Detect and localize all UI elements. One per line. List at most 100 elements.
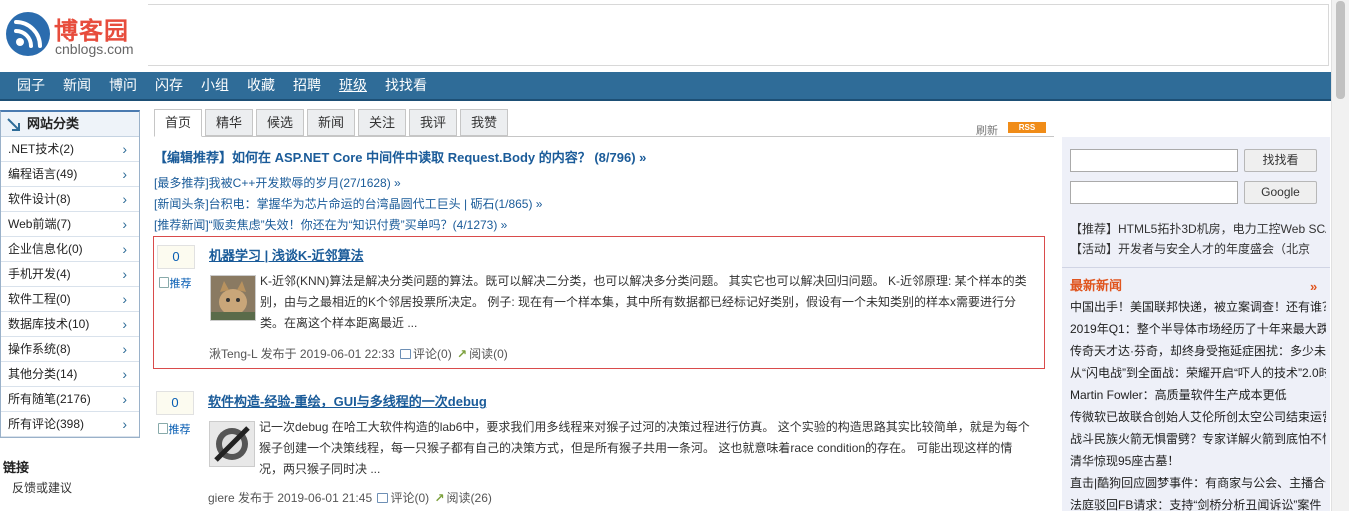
chevron-right-icon: › [122, 291, 127, 307]
tab-following[interactable]: 关注 [358, 109, 406, 136]
post-author[interactable]: giere [208, 491, 235, 505]
refresh-link[interactable]: 刷新 [976, 122, 998, 138]
nav-item-favorites[interactable]: 收藏 [238, 72, 284, 99]
category-item[interactable]: 企业信息化(0) › [1, 237, 139, 262]
chevron-right-icon: › [122, 141, 127, 157]
category-label: 软件工程(0) [8, 292, 71, 306]
category-item[interactable]: Web前端(7) › [1, 212, 139, 237]
post-meta: giere 发布于 2019-06-01 21:45 评论(0) ↗ 阅读(26) [208, 489, 492, 506]
tab-news[interactable]: 新闻 [307, 109, 355, 136]
category-item[interactable]: 软件工程(0) › [1, 287, 139, 312]
thumbs-up-icon [158, 277, 169, 288]
category-item[interactable]: 软件设计(8) › [1, 187, 139, 212]
nav-item-yuanzi[interactable]: 园子 [8, 72, 54, 99]
nav-item-class[interactable]: 班级 [330, 72, 376, 99]
nav-item-jobs[interactable]: 招聘 [284, 72, 330, 99]
category-item[interactable]: 手机开发(4) › [1, 262, 139, 287]
nav-item-ing[interactable]: 闪存 [146, 72, 192, 99]
post-tabs: 首页 精华 候选 新闻 关注 我评 我赞 [154, 109, 1054, 137]
category-item[interactable]: 编程语言(49) › [1, 162, 139, 187]
post-summary: K-近邻(KNN)算法是解决分类问题的算法。既可以解决二分类，也可以解决多分类问… [260, 274, 1027, 330]
news-item[interactable]: 直击|酷狗回应圆梦事件：有商家与公会、主播合作 [1070, 474, 1326, 491]
nav-item-search[interactable]: 找找看 [376, 72, 436, 99]
news-item[interactable]: 清华惊现95座古墓！ [1070, 452, 1326, 469]
news-item[interactable]: 传微软已故联合创始人艾伦所创太空公司结束运营 [1070, 408, 1326, 425]
recommend-button[interactable]: 推荐 [157, 275, 193, 291]
nav-item-group[interactable]: 小组 [192, 72, 238, 99]
tab-picked[interactable]: 精华 [205, 109, 253, 136]
post-author[interactable]: 湫Teng-L [209, 347, 257, 361]
avatar[interactable] [209, 421, 255, 467]
chevron-right-icon: › [122, 266, 127, 282]
tab-candidate[interactable]: 候选 [256, 109, 304, 136]
chevron-right-icon: › [122, 416, 127, 432]
left-sidebar: 网站分类 .NET技术(2) › 编程语言(49) › 软件设计(8) › Web前端… [0, 110, 140, 496]
post-title[interactable]: 软件构造-经验-重绘，GUI与多线程的一次debug [208, 391, 487, 410]
chevron-right-icon: › [122, 241, 127, 257]
google-search-button[interactable]: Google [1244, 181, 1317, 204]
chevron-right-icon: › [122, 191, 127, 207]
news-item[interactable]: 2019年Q1：整个半导体市场经历了十年来最大跌幅 [1070, 320, 1326, 337]
nav-item-news[interactable]: 新闻 [54, 72, 100, 99]
category-item[interactable]: 操作系统(8) › [1, 337, 139, 362]
news-item[interactable]: 中国出手！美国联邦快递，被立案调查！还有谁？ [1070, 298, 1326, 315]
category-item[interactable]: 所有评论(398) › [1, 412, 139, 437]
promo-link[interactable]: 【活动】开发者与安全人才的年度盛会（北京 [1070, 240, 1326, 257]
news-item[interactable]: 从“闪电战”到全面战：荣耀开启“吓人的技术”2.0时代 [1070, 364, 1326, 381]
promo-link[interactable]: 【推荐】HTML5拓扑3D机房，电力工控Web SCADA [1070, 220, 1326, 237]
post-reads[interactable]: 阅读(0) [469, 347, 508, 361]
tab-my-likes[interactable]: 我赞 [460, 109, 508, 136]
category-item[interactable]: .NET技术(2) › [1, 137, 139, 162]
category-label: 软件设计(8) [8, 192, 71, 206]
headline-item[interactable]: [推荐新闻]“贩卖焦虑”失效！你还在为“知识付费”买单吗？(4/1273) » [154, 216, 507, 233]
avatar[interactable] [210, 275, 256, 321]
category-label: 所有评论(398) [8, 417, 85, 431]
category-title: 网站分类 [27, 116, 80, 131]
post-title[interactable]: 机器学习 | 浅谈K-近邻算法 [209, 245, 364, 264]
nav-item-qa[interactable]: 博问 [100, 72, 146, 99]
rss-icon[interactable]: RSS [1008, 122, 1046, 133]
category-label: 企业信息化(0) [8, 242, 83, 256]
tab-my-comments[interactable]: 我评 [409, 109, 457, 136]
category-box: 网站分类 .NET技术(2) › 编程语言(49) › 软件设计(8) › Web前端… [0, 110, 140, 438]
chevron-right-icon: › [122, 366, 127, 382]
recommend-label: 推荐 [168, 424, 191, 436]
post-date: 发布于 2019-06-01 21:45 [238, 491, 373, 505]
news-item[interactable]: 法庭驳回FB请求：支持“剑桥分析丑闻诉讼”案件 [1070, 496, 1326, 513]
headline-editor-pick[interactable]: 【编辑推荐】如何在 ASP.NET Core 中间件中读取 Request.Bo… [154, 147, 646, 166]
category-item[interactable]: 所有随笔(2176) › [1, 387, 139, 412]
scrollbar-thumb[interactable] [1336, 1, 1345, 99]
feedback-link[interactable]: 反馈或建议 [0, 479, 140, 496]
category-item[interactable]: 其他分类(14) › [1, 362, 139, 387]
headline-item[interactable]: [新闻头条]台积电：掌握华为芯片命运的台湾晶圆代工巨头 | 砺石(1/865) … [154, 195, 543, 212]
category-label: 编程语言(49) [8, 167, 78, 181]
news-item[interactable]: 传奇天才达·芬奇，却终身受拖延症困扰：多少未完成 [1070, 342, 1326, 359]
page-scrollbar[interactable] [1331, 0, 1349, 511]
vote-count: 0 [156, 391, 194, 415]
category-label: 操作系统(8) [8, 342, 71, 356]
site-search-input[interactable] [1070, 149, 1238, 172]
chevron-right-icon: › [122, 391, 127, 407]
site-logo[interactable]: 博客园 cnblogs.com [6, 10, 136, 58]
recommend-button[interactable]: 推荐 [156, 421, 192, 437]
tab-home[interactable]: 首页 [154, 109, 202, 137]
post-meta: 湫Teng-L 发布于 2019-06-01 22:33 评论(0) ↗ 阅读(0… [209, 345, 508, 362]
google-search-input[interactable] [1070, 181, 1238, 204]
post-reads[interactable]: 阅读(26) [447, 491, 492, 505]
post-comments[interactable]: 评论(0) [413, 347, 452, 361]
site-search-button[interactable]: 找找看 [1244, 149, 1317, 172]
site-header: 博客园 cnblogs.com [0, 0, 1331, 68]
chevron-right-icon: › [122, 341, 127, 357]
post-comments[interactable]: 评论(0) [390, 491, 429, 505]
category-item[interactable]: 数据库技术(10) › [1, 312, 139, 337]
divider [1062, 267, 1330, 268]
category-label: .NET技术(2) [8, 142, 75, 156]
rss-logo-icon [6, 12, 50, 56]
news-more-link[interactable]: » [1310, 279, 1317, 294]
news-item[interactable]: 战斗民族火箭无惧雷劈？专家详解火箭到底怕不怕 [1070, 430, 1326, 447]
comment-icon [400, 349, 412, 359]
news-item[interactable]: Martin Fowler：高质量软件生产成本更低 [1070, 386, 1326, 403]
headline-item[interactable]: [最多推荐]我被C++开发欺辱的岁月(27/1628) » [154, 174, 401, 191]
category-header: 网站分类 [1, 112, 139, 137]
chevron-right-icon: › [122, 216, 127, 232]
